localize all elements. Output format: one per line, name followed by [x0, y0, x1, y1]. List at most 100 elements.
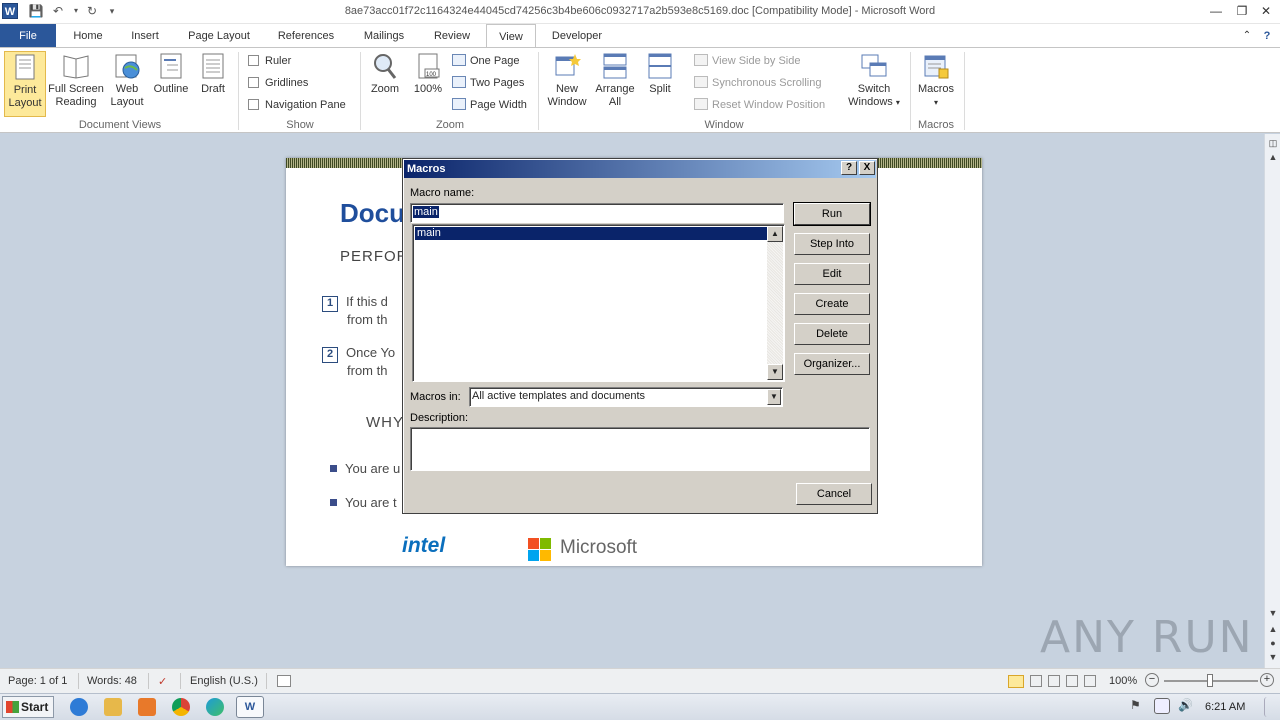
list-scroll-down-icon[interactable]: ▼	[767, 364, 783, 380]
action-center-flag-icon[interactable]: ⚑	[1130, 698, 1146, 714]
synchronous-scrolling-button[interactable]: Synchronous Scrolling	[694, 76, 821, 89]
macro-list[interactable]: main ▲ ▼	[412, 224, 785, 382]
gridlines-checkbox[interactable]: Gridlines	[248, 77, 308, 89]
tab-references[interactable]: References	[268, 24, 344, 48]
web-layout-view-icon[interactable]	[1048, 675, 1060, 687]
outline-button[interactable]: Outline	[150, 51, 192, 117]
list-scroll-up-icon[interactable]: ▲	[767, 226, 783, 242]
language[interactable]: English (U.S.)	[190, 675, 258, 687]
ruler-toggle-icon[interactable]: ◫	[1267, 136, 1279, 150]
edit-button[interactable]: Edit	[794, 263, 870, 285]
print-layout-label-2: Layout	[8, 97, 42, 109]
browse-object-icon[interactable]: ●	[1267, 636, 1279, 650]
dialog-close-button[interactable]: X	[859, 161, 875, 175]
scroll-down-icon[interactable]: ▼	[1267, 606, 1279, 620]
start-button[interactable]: Start	[2, 696, 54, 718]
previous-page-icon[interactable]: ▲	[1267, 622, 1279, 636]
tab-insert[interactable]: Insert	[120, 24, 170, 48]
minimize-button[interactable]: —	[1206, 2, 1226, 20]
macro-list-item[interactable]: main	[415, 227, 769, 240]
macros-in-select[interactable]: All active templates and documents ▼	[469, 387, 783, 407]
two-pages-button[interactable]: Two Pages	[452, 76, 524, 89]
zoom-level[interactable]: 100%	[1109, 675, 1137, 687]
vertical-scrollbar[interactable]: ◫ ▲ ▼ ▲ ● ▼	[1264, 134, 1280, 668]
full-screen-view-icon[interactable]	[1030, 675, 1042, 687]
tab-page-layout[interactable]: Page Layout	[178, 24, 260, 48]
draft-button[interactable]: Draft	[194, 51, 232, 117]
zoom-group-label: Zoom	[435, 119, 465, 131]
macros-button[interactable]: Macros ▾	[914, 51, 958, 117]
tab-mailings[interactable]: Mailings	[352, 24, 416, 48]
word-count[interactable]: Words: 48	[87, 675, 137, 687]
page-width-button[interactable]: Page Width	[452, 98, 527, 111]
two-pages-icon	[452, 76, 466, 88]
print-layout-button[interactable]: Print Layout	[4, 51, 46, 117]
restore-button[interactable]: ❐	[1232, 2, 1252, 20]
view-side-by-side-button[interactable]: View Side by Side	[694, 54, 800, 67]
group-separator	[964, 52, 965, 130]
arrange-all-label-2: All	[608, 96, 622, 108]
next-page-icon[interactable]: ▼	[1267, 650, 1279, 664]
cancel-button[interactable]: Cancel	[796, 483, 872, 505]
web-layout-button[interactable]: Web Layout	[106, 51, 148, 117]
delete-button[interactable]: Delete	[794, 323, 870, 345]
tab-file[interactable]: File	[0, 24, 56, 48]
arrange-all-button[interactable]: Arrange All	[592, 51, 638, 117]
switch-windows-button[interactable]: Switch Windows ▾	[842, 51, 906, 117]
proofing-icon[interactable]: ✓	[158, 675, 167, 688]
draft-view-icon[interactable]	[1084, 675, 1096, 687]
media-player-icon[interactable]	[138, 698, 156, 716]
step-into-button[interactable]: Step Into	[794, 233, 870, 255]
run-button[interactable]: Run	[793, 202, 871, 226]
tab-review[interactable]: Review	[424, 24, 480, 48]
page-count[interactable]: Page: 1 of 1	[8, 675, 67, 687]
one-page-button[interactable]: One Page	[452, 54, 520, 67]
chrome-icon[interactable]	[172, 698, 190, 716]
macro-name-input[interactable]: main	[410, 203, 784, 223]
print-layout-view-icon[interactable]	[1008, 675, 1024, 688]
web-layout-label-2: Layout	[110, 96, 144, 108]
internet-explorer-icon[interactable]	[70, 698, 88, 716]
reset-window-position-button[interactable]: Reset Window Position	[694, 98, 825, 111]
step-1-line-2: from th	[347, 312, 388, 327]
tab-view[interactable]: View	[486, 24, 536, 49]
new-window-button[interactable]: New Window	[544, 51, 590, 117]
window-title: 8ae73acc01f72c1164324e44045cd74256c3b4be…	[344, 5, 936, 17]
edge-icon[interactable]	[206, 698, 224, 716]
chevron-down-icon[interactable]: ▼	[767, 389, 781, 405]
one-page-icon	[452, 54, 466, 66]
show-desktop-button[interactable]	[1264, 697, 1278, 717]
ruler-checkbox[interactable]: Ruler	[248, 55, 291, 67]
create-button[interactable]: Create	[794, 293, 870, 315]
minimize-ribbon-icon[interactable]: ⌃	[1238, 24, 1256, 48]
dialog-help-button[interactable]: ?	[841, 161, 857, 175]
web-layout-label-1: Web	[115, 83, 139, 95]
split-button[interactable]: Split	[640, 51, 680, 117]
outline-view-icon[interactable]	[1066, 675, 1078, 687]
arrange-all-icon	[603, 53, 627, 79]
word-taskbar-icon[interactable]: W	[236, 696, 264, 718]
scroll-up-icon[interactable]: ▲	[1267, 150, 1279, 164]
zoom-button[interactable]: Zoom	[366, 51, 404, 117]
description-label: Description:	[410, 412, 469, 424]
volume-icon[interactable]: 🔊	[1178, 698, 1194, 714]
macro-recording-icon[interactable]	[277, 675, 291, 687]
switch-windows-icon	[861, 54, 887, 77]
help-icon[interactable]: ?	[1258, 24, 1276, 48]
macro-list-scrollbar[interactable]: ▲ ▼	[767, 226, 783, 380]
reset-window-position-label: Reset Window Position	[712, 99, 826, 111]
clock[interactable]: 6:21 AM	[1205, 701, 1245, 713]
close-window-button[interactable]: ✕	[1256, 2, 1276, 20]
file-explorer-icon[interactable]	[104, 698, 122, 716]
network-icon[interactable]	[1154, 698, 1170, 714]
tab-developer[interactable]: Developer	[542, 24, 612, 48]
zoom-out-icon[interactable]: −	[1145, 673, 1159, 687]
ruler-checkbox-box	[248, 55, 259, 66]
zoom-slider-thumb[interactable]	[1207, 674, 1213, 687]
navigation-pane-checkbox[interactable]: Navigation Pane	[248, 99, 346, 111]
full-screen-reading-button[interactable]: Full Screen Reading	[48, 51, 104, 117]
tab-home[interactable]: Home	[62, 24, 114, 48]
zoom-in-icon[interactable]: +	[1260, 673, 1274, 687]
organizer-button[interactable]: Organizer...	[794, 353, 870, 375]
zoom-100-button[interactable]: 100 100%	[408, 51, 448, 117]
